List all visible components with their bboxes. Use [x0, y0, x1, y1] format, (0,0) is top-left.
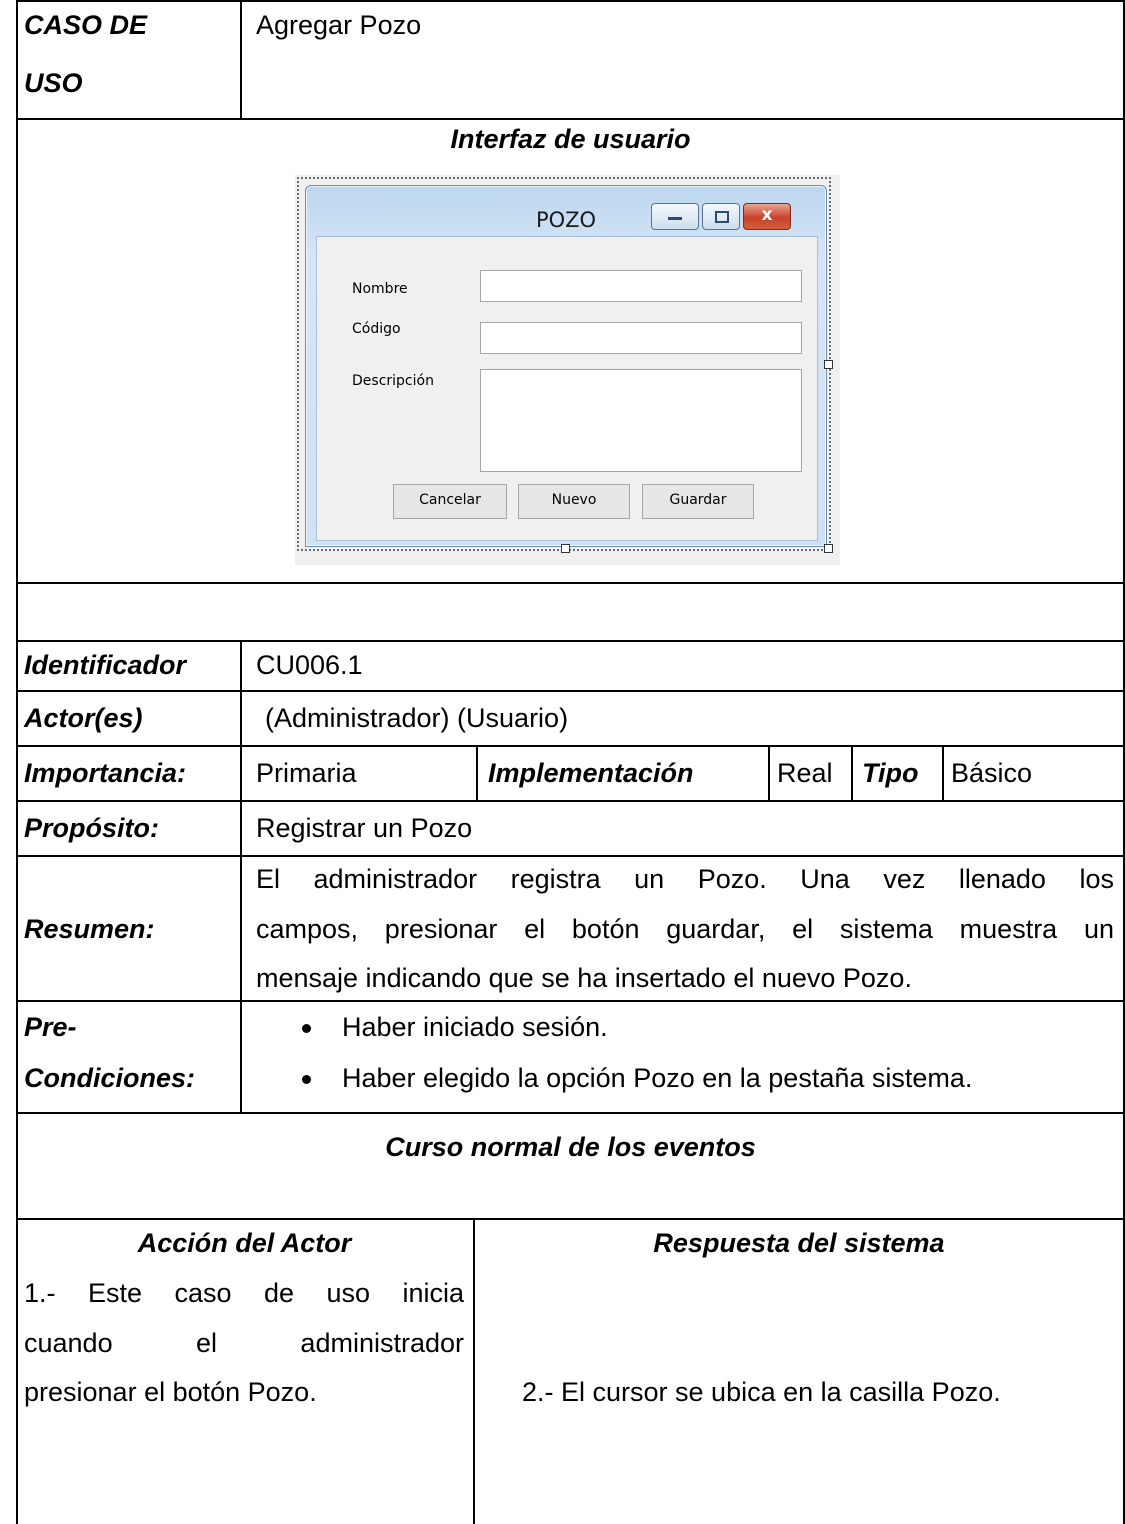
table-border-left — [16, 0, 18, 1524]
descripcion-field[interactable] — [480, 369, 802, 472]
rule-importancia-bottom — [16, 800, 1125, 802]
codigo-field[interactable] — [480, 322, 802, 354]
col-divider-importancia-1 — [476, 745, 478, 802]
resumen-line-1: El administrador registra un Pozo. Una v… — [256, 864, 1114, 894]
window-screenshot: POZO x Nombre Código Descripción Cancela… — [295, 175, 840, 565]
actor-header: Acción del Actor — [137, 1228, 352, 1258]
guardar-button[interactable]: Guardar — [642, 484, 754, 519]
actores-label: Actor(es) — [24, 703, 143, 733]
actor-step-line-1: 1.- Este caso de uso inicia — [24, 1278, 464, 1308]
tipo-value: Básico — [951, 758, 1033, 788]
col-divider-importancia-2 — [768, 745, 770, 802]
col-divider-importancia-4 — [942, 745, 944, 802]
caso-de-uso-label-line1: CASO DE — [24, 10, 148, 40]
resize-handle-bottom[interactable] — [561, 544, 570, 553]
implementacion-label: Implementación — [488, 758, 694, 788]
col-divider-details — [240, 640, 242, 1114]
sistema-header: Respuesta del sistema — [653, 1228, 945, 1258]
precondicion-item-2: Haber elegido la opción Pozo en la pesta… — [342, 1063, 973, 1093]
implementacion-value: Real — [777, 758, 833, 788]
identificador-label: Identificador — [24, 650, 187, 680]
sistema-step: 2.- El cursor se ubica en la casilla Poz… — [522, 1377, 1001, 1407]
bullet-icon — [302, 1075, 311, 1084]
cancelar-button[interactable]: Cancelar — [393, 484, 507, 519]
actor-step-line-3: presionar el botón Pozo. — [24, 1377, 317, 1407]
proposito-label: Propósito: — [24, 813, 159, 843]
rule-identificador-bottom — [16, 690, 1125, 692]
rule-resumen-bottom — [16, 1000, 1125, 1002]
field-label-nombre: Nombre — [352, 281, 408, 297]
close-icon[interactable]: x — [743, 203, 791, 230]
caso-de-uso-label-line2: USO — [24, 68, 83, 98]
resumen-line-3: mensaje indicando que se ha insertado el… — [256, 963, 912, 993]
curso-title: Curso normal de los eventos — [385, 1132, 756, 1162]
precondiciones-label-1: Pre- — [24, 1012, 77, 1042]
caso-de-uso-value: Agregar Pozo — [256, 10, 422, 40]
rule-caso-bottom — [16, 118, 1125, 120]
importancia-label: Importancia: — [24, 758, 187, 788]
rule-curso-bottom — [16, 1218, 1125, 1220]
window-client-area: Nombre Código Descripción Cancelar Nuevo… — [316, 236, 818, 541]
col-divider-curso — [473, 1218, 475, 1524]
resize-handle-corner[interactable] — [824, 544, 833, 553]
nuevo-button[interactable]: Nuevo — [518, 484, 630, 519]
field-label-descripcion: Descripción — [352, 373, 434, 389]
nombre-field[interactable] — [480, 270, 802, 302]
resumen-line-2: campos, presionar el botón guardar, el s… — [256, 914, 1114, 944]
identificador-value: CU006.1 — [256, 650, 363, 680]
interfaz-title: Interfaz de usuario — [450, 124, 691, 154]
importancia-value: Primaria — [256, 758, 357, 788]
rule-empty-bottom — [16, 640, 1125, 642]
proposito-value: Registrar un Pozo — [256, 813, 473, 843]
precondicion-item-1: Haber iniciado sesión. — [342, 1012, 608, 1042]
rule-proposito-bottom — [16, 855, 1125, 857]
resumen-label: Resumen: — [24, 914, 155, 944]
table-border-top — [16, 0, 1125, 2]
pozo-window: POZO x Nombre Código Descripción Cancela… — [305, 185, 827, 547]
field-label-codigo: Código — [352, 321, 401, 337]
resize-handle-right[interactable] — [824, 360, 833, 369]
col-divider-caso — [240, 0, 242, 120]
precondiciones-label-2: Condiciones: — [24, 1063, 196, 1093]
actores-value: (Administrador) (Usuario) — [265, 703, 569, 733]
actor-step-line-2: cuando el administrador — [24, 1328, 464, 1358]
col-divider-importancia-3 — [851, 745, 853, 802]
maximize-icon[interactable] — [702, 203, 740, 230]
rule-actores-bottom — [16, 745, 1125, 747]
bullet-icon — [302, 1024, 311, 1033]
minimize-icon[interactable] — [651, 203, 699, 230]
tipo-label: Tipo — [862, 758, 919, 788]
rule-interfaz-bottom — [16, 582, 1125, 584]
rule-precondiciones-bottom — [16, 1112, 1125, 1114]
